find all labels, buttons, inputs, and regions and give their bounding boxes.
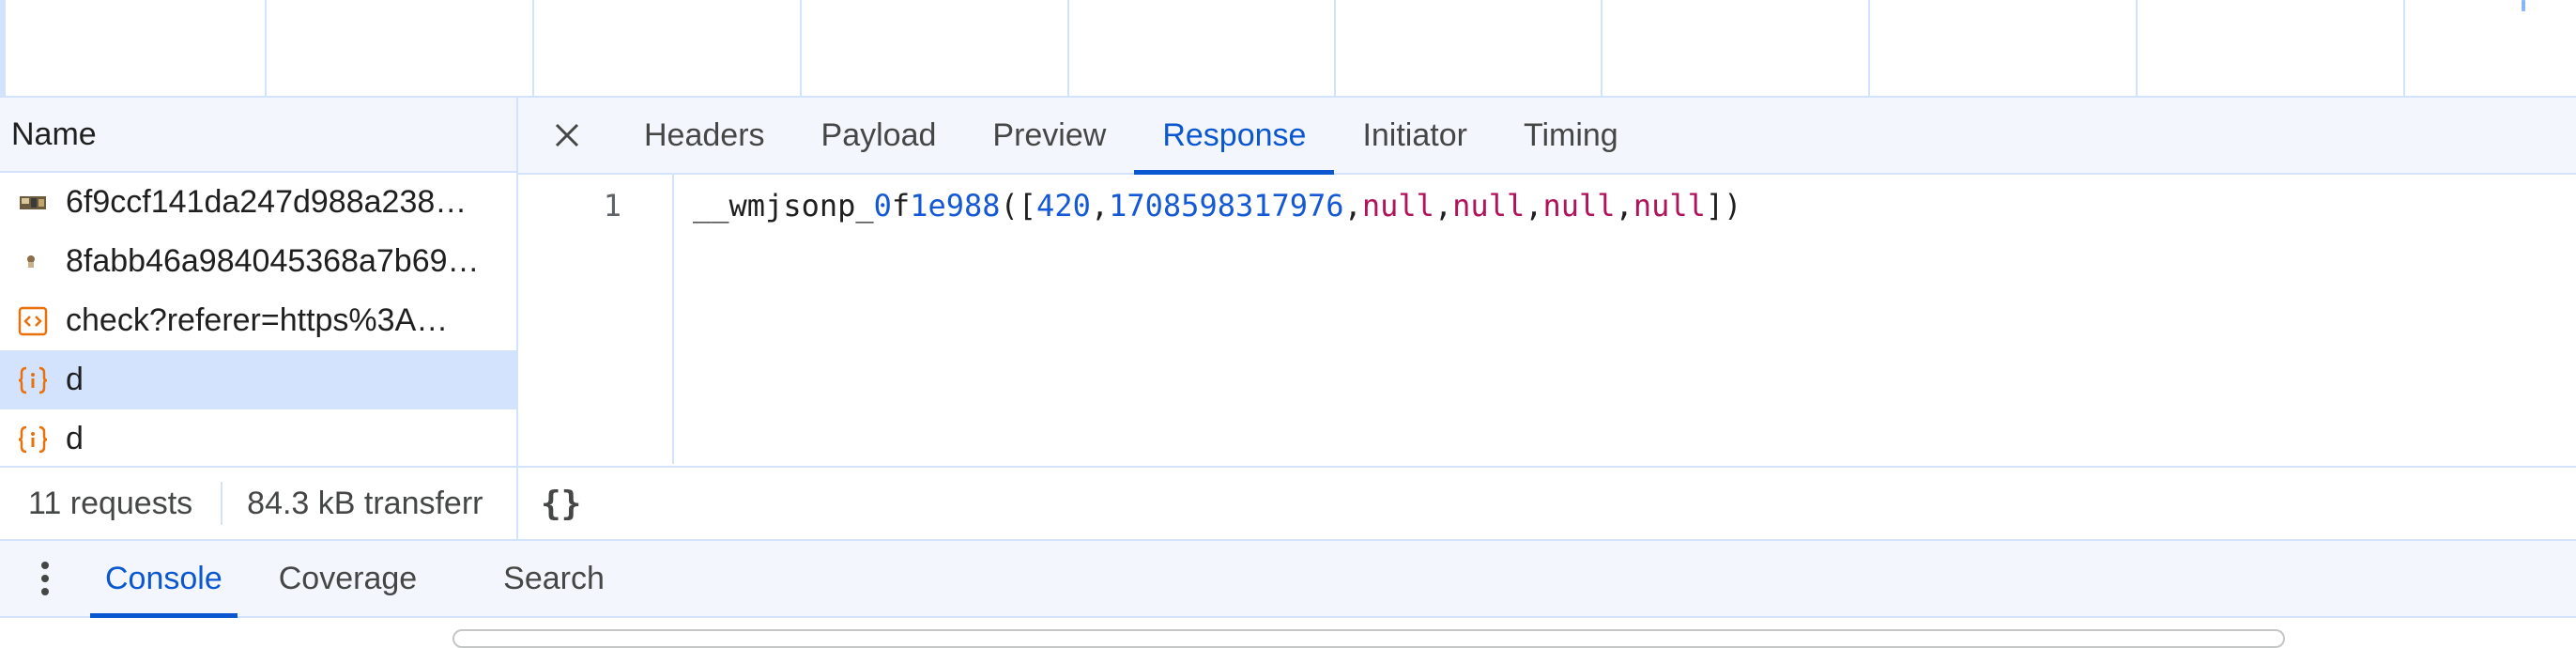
code-token: f bbox=[891, 188, 911, 224]
tab-response[interactable]: Response bbox=[1134, 98, 1335, 175]
pretty-print-button[interactable]: {} bbox=[541, 485, 581, 523]
request-row-selected[interactable]: d bbox=[0, 350, 516, 409]
request-name: 8fabb46a984045368a7b69… bbox=[66, 243, 480, 279]
code-token: 420 bbox=[1036, 188, 1091, 224]
tab-timing[interactable]: Timing bbox=[1495, 98, 1647, 173]
code-token: , bbox=[1090, 188, 1110, 224]
code-token: null bbox=[1452, 188, 1526, 224]
response-code-line[interactable]: __wmjsonp_0f1e988([420,1708598317976,nul… bbox=[674, 175, 1741, 464]
name-column-header[interactable]: Name bbox=[0, 98, 516, 173]
document-code-icon bbox=[17, 305, 49, 337]
code-token: __wmjsonp_ bbox=[693, 188, 874, 224]
name-column-label: Name bbox=[11, 116, 97, 152]
drawer-tab-search[interactable]: Search bbox=[488, 541, 620, 616]
close-detail-button[interactable] bbox=[518, 98, 616, 173]
more-vertical-icon bbox=[41, 562, 49, 595]
status-bar: 11 requests 84.3 kB transferr {} bbox=[0, 466, 2576, 541]
waterfall-overview[interactable] bbox=[0, 0, 2576, 98]
request-count: 11 requests bbox=[28, 485, 193, 521]
request-name: d bbox=[66, 421, 84, 456]
waterfall-gridline bbox=[532, 0, 534, 96]
console-area-peek bbox=[0, 618, 2576, 648]
code-token: ([ bbox=[1000, 188, 1037, 224]
code-token: , bbox=[1434, 188, 1453, 224]
line-number: 1 bbox=[603, 188, 621, 224]
code-token: null bbox=[1633, 188, 1706, 224]
waterfall-gridline bbox=[1601, 0, 1602, 96]
code-token: 0 bbox=[873, 188, 892, 224]
waterfall-gridline bbox=[265, 0, 267, 96]
waterfall-request-marker bbox=[2522, 0, 2525, 11]
request-name: d bbox=[66, 362, 84, 397]
waterfall-gridline bbox=[800, 0, 802, 96]
drawer-menu-button[interactable] bbox=[0, 541, 90, 616]
tab-payload[interactable]: Payload bbox=[793, 98, 965, 173]
line-number-gutter: 1 bbox=[518, 175, 674, 464]
request-detail-panel: Headers Payload Preview Response Initiat… bbox=[518, 98, 2576, 466]
script-braces-icon bbox=[17, 364, 49, 396]
request-list-panel: Name 6f9ccf141da247d988a238… 8fabb46a984… bbox=[0, 98, 518, 466]
request-row[interactable]: 8fabb46a984045368a7b69… bbox=[0, 232, 516, 291]
waterfall-gridline bbox=[2403, 0, 2405, 96]
response-viewer[interactable]: 1 __wmjsonp_0f1e988([420,1708598317976,n… bbox=[518, 175, 2576, 464]
code-token: 1e988 bbox=[910, 188, 1001, 224]
code-token: , bbox=[1525, 188, 1543, 224]
tab-preview[interactable]: Preview bbox=[964, 98, 1134, 173]
drawer-tab-bar: Console Coverage Search bbox=[0, 541, 2576, 618]
waterfall-gridline bbox=[1067, 0, 1069, 96]
code-token: 1708598317976 bbox=[1109, 188, 1344, 224]
request-row[interactable]: check?referer=https%3A… bbox=[0, 291, 516, 350]
transferred-size: 84.3 kB transferr bbox=[247, 485, 483, 521]
console-filter-input-edge[interactable] bbox=[452, 629, 2285, 648]
request-row[interactable]: 6f9ccf141da247d988a238… bbox=[0, 173, 516, 232]
code-token: null bbox=[1361, 188, 1434, 224]
tab-headers[interactable]: Headers bbox=[616, 98, 793, 173]
request-name: 6f9ccf141da247d988a238… bbox=[66, 184, 468, 220]
waterfall-gridline bbox=[2136, 0, 2138, 96]
code-token: , bbox=[1615, 188, 1633, 224]
code-token: null bbox=[1542, 188, 1616, 224]
waterfall-gridline bbox=[1868, 0, 1870, 96]
detail-tab-bar: Headers Payload Preview Response Initiat… bbox=[518, 98, 2576, 175]
image-thumbnail-icon bbox=[17, 246, 49, 278]
drawer-tab-coverage[interactable]: Coverage bbox=[264, 541, 432, 616]
tab-initiator[interactable]: Initiator bbox=[1334, 98, 1495, 173]
close-icon bbox=[555, 123, 579, 147]
request-row[interactable]: d bbox=[0, 409, 516, 469]
drawer-tab-console[interactable]: Console bbox=[90, 541, 238, 618]
waterfall-left-accent bbox=[0, 0, 6, 96]
code-token: , bbox=[1343, 188, 1362, 224]
image-thumbnail-icon bbox=[17, 187, 49, 219]
waterfall-gridline bbox=[1334, 0, 1336, 96]
network-summary: 11 requests 84.3 kB transferr bbox=[0, 468, 518, 539]
request-name: check?referer=https%3A… bbox=[66, 302, 449, 338]
code-token: ]) bbox=[1705, 188, 1742, 224]
script-braces-icon bbox=[17, 424, 49, 455]
